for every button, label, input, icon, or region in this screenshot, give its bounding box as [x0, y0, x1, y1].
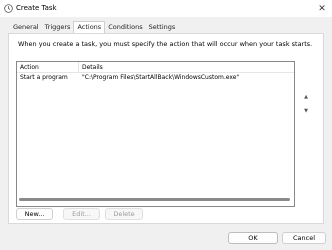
- title-bar: Create Task ✕: [0, 0, 332, 17]
- column-header-action[interactable]: Action: [20, 64, 39, 71]
- row-details: "C:\Program Files\StartAllBack\WindowsCu…: [82, 74, 240, 81]
- tab-conditions[interactable]: Conditions: [105, 22, 145, 32]
- column-header-details[interactable]: Details: [82, 64, 103, 71]
- tab-actions[interactable]: Actions: [73, 21, 106, 33]
- move-up-button[interactable]: ▲: [301, 92, 311, 102]
- ok-button[interactable]: OK: [228, 232, 278, 244]
- table-row[interactable]: Start a program "C:\Program Files\StartA…: [17, 73, 294, 83]
- table-header: Action Details: [17, 62, 294, 73]
- move-down-button[interactable]: ▼: [301, 106, 311, 116]
- tab-settings[interactable]: Settings: [146, 22, 179, 32]
- cancel-button[interactable]: Cancel: [282, 232, 326, 244]
- actions-description: When you create a task, you must specify…: [18, 40, 313, 48]
- column-divider: [78, 62, 79, 72]
- actions-table: Action Details Start a program "C:\Progr…: [16, 61, 295, 207]
- delete-button[interactable]: Delete: [105, 208, 143, 220]
- close-button[interactable]: ✕: [312, 0, 332, 17]
- tab-triggers[interactable]: Triggers: [42, 22, 74, 32]
- tab-general[interactable]: General: [10, 22, 42, 32]
- create-task-window: Create Task ✕ General Triggers Actions C…: [0, 0, 332, 250]
- new-button[interactable]: New...: [16, 208, 53, 220]
- row-action: Start a program: [20, 74, 68, 81]
- horizontal-scrollbar[interactable]: [19, 198, 290, 201]
- window-title: Create Task: [16, 4, 57, 12]
- task-scheduler-icon: [4, 4, 13, 13]
- edit-button[interactable]: Edit...: [63, 208, 100, 220]
- actions-panel: When you create a task, you must specify…: [8, 33, 324, 224]
